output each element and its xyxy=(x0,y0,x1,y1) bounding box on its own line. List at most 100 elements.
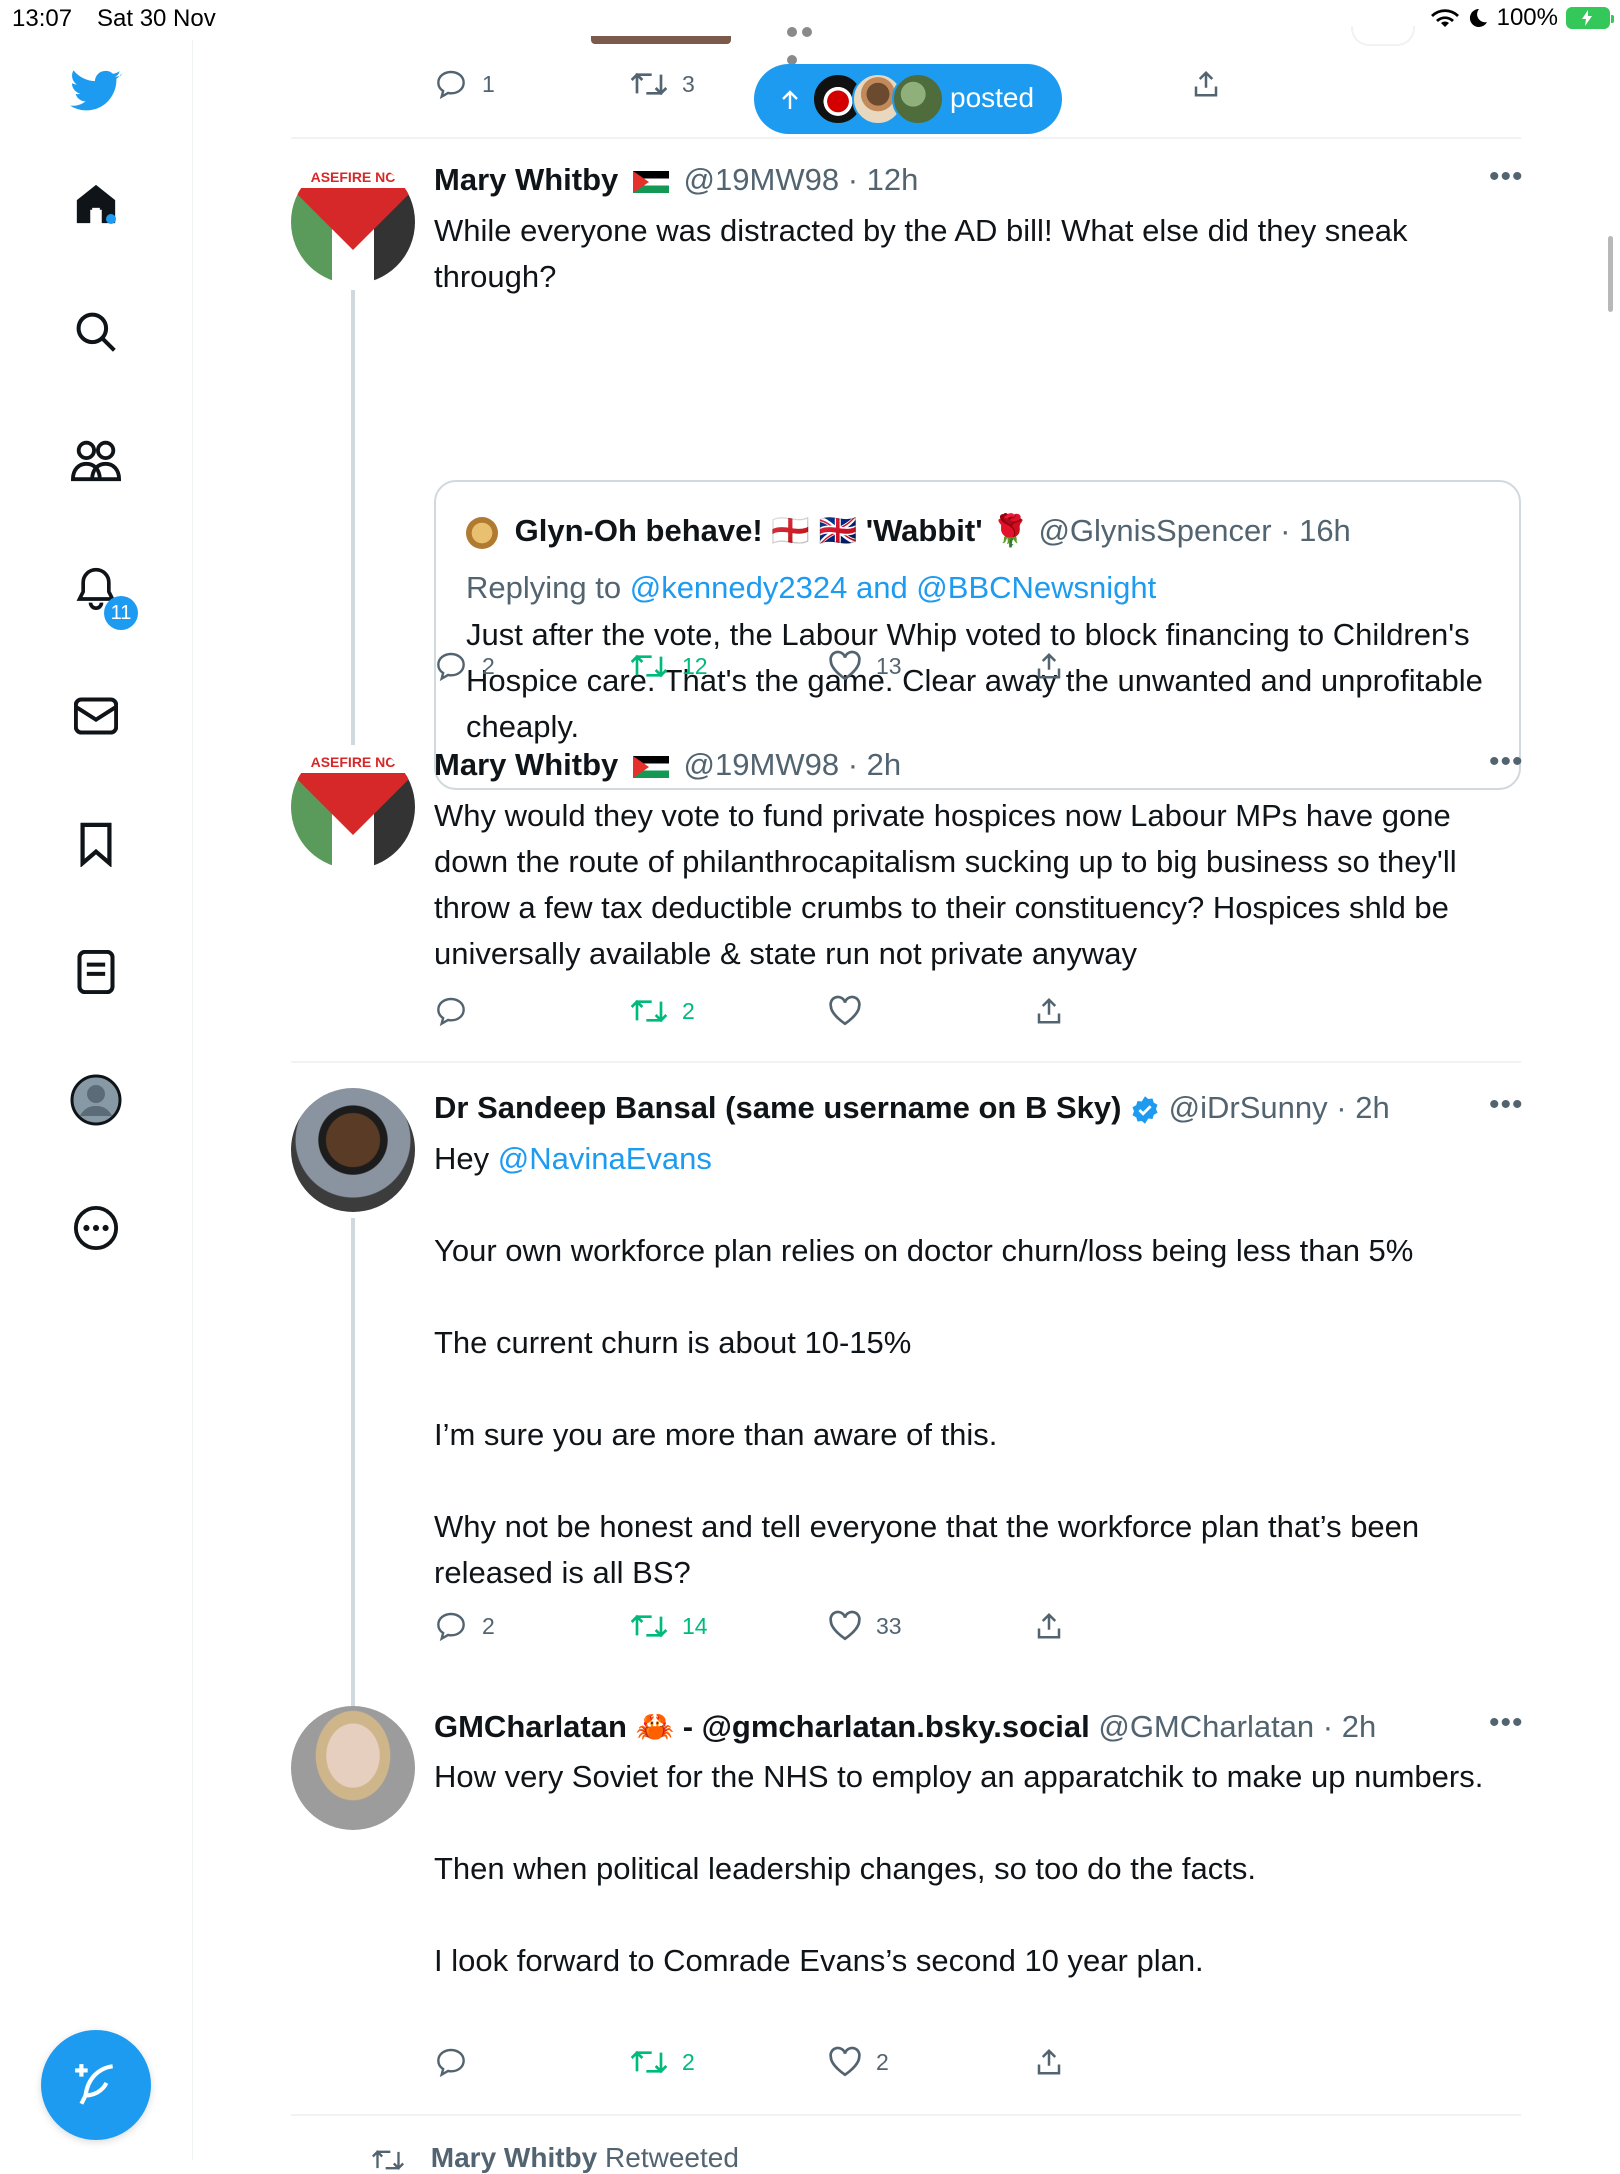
quoted-avatar xyxy=(466,516,498,549)
user-handle[interactable]: @GMCharlatan xyxy=(1098,1709,1314,1744)
like-button[interactable]: 33 xyxy=(828,1610,902,1642)
tweet-more-options-icon[interactable]: ••• xyxy=(1489,1706,1524,1740)
tweet-timestamp[interactable]: · 12h xyxy=(848,162,919,197)
tweet-text: How very Soviet for the NHS to employ an… xyxy=(434,1759,1484,1978)
quoted-tweet-header: Glyn-Oh behave! 🏴󠁧󠁢󠁥󠁮󠁧󠁿 🇬🇧 'Wabbit' 🌹 @G… xyxy=(466,512,1351,549)
tweet-card[interactable]: ASEFIRE NC Mary Whitby @19MW98 · 2h ••• … xyxy=(291,745,1524,1035)
share-icon[interactable] xyxy=(1191,68,1221,100)
reply-button[interactable]: 1 xyxy=(434,68,495,100)
tweet-divider xyxy=(291,2114,1521,2116)
like-count: 2 xyxy=(876,2048,889,2075)
compose-tweet-button[interactable] xyxy=(41,2030,151,2140)
avatar[interactable]: ASEFIRE NC xyxy=(291,160,415,284)
palestine-flag-icon xyxy=(632,755,669,778)
messages-envelope-icon[interactable] xyxy=(70,690,122,742)
quoted-tweet[interactable]: Glyn-Oh behave! 🏴󠁧󠁢󠁥󠁮󠁧󠁿 🇬🇧 'Wabbit' 🌹 @G… xyxy=(434,480,1521,790)
status-date: Sat 30 Nov xyxy=(97,5,216,32)
quoted-timestamp: · 16h xyxy=(1280,513,1351,548)
tweet-card[interactable]: Dr Sandeep Bansal (same username on B Sk… xyxy=(291,1088,1524,1723)
share-icon[interactable] xyxy=(1034,650,1064,682)
display-name[interactable]: Mary Whitby xyxy=(434,162,618,197)
user-handle[interactable]: @19MW98 xyxy=(684,747,840,782)
mention-link[interactable]: @NavinaEvans xyxy=(498,1141,712,1176)
heart-icon xyxy=(829,650,861,681)
retweeter-name[interactable]: Mary Whitby xyxy=(431,2142,597,2173)
quoted-display-name[interactable]: Glyn-Oh behave! 🏴󠁧󠁢󠁥󠁮󠁧󠁿 🇬🇧 'Wabbit' 🌹 xyxy=(515,513,1030,548)
retweet-button[interactable]: 2 xyxy=(630,2046,695,2078)
like-button[interactable]: 13 xyxy=(828,650,902,682)
previous-card-edge xyxy=(1351,26,1415,46)
display-name[interactable]: Dr Sandeep Bansal (same username on B Sk… xyxy=(434,1090,1121,1125)
like-count: 13 xyxy=(876,652,902,679)
quoted-user-handle[interactable]: @GlynisSpencer xyxy=(1038,513,1271,548)
like-button[interactable] xyxy=(828,995,876,1027)
heart-icon xyxy=(829,995,861,1026)
timeline-feed: 1 3 posted ASEFIRE NC Mary Whitby @19MW9… xyxy=(291,0,1524,2173)
like-button[interactable]: 2 xyxy=(828,2046,889,2078)
reply-count: 2 xyxy=(482,652,495,679)
lists-icon[interactable] xyxy=(70,946,122,998)
user-handle[interactable]: @iDrSunny xyxy=(1169,1090,1328,1125)
tweet-more-options-icon[interactable]: ••• xyxy=(1489,745,1524,779)
retweet-button[interactable]: 12 xyxy=(630,650,708,682)
retweet-count: 12 xyxy=(682,652,708,679)
tweet-divider xyxy=(291,137,1521,139)
svg-text:ASEFIRE NC: ASEFIRE NC xyxy=(311,754,396,770)
retweet-button[interactable]: 2 xyxy=(630,995,695,1027)
tweet-actions: 2 12 13 xyxy=(434,650,1134,690)
arrow-up-icon xyxy=(782,90,798,109)
tweet-card[interactable]: ASEFIRE NC Mary Whitby @19MW98 · 12h •••… xyxy=(291,160,1524,790)
more-options-icon[interactable] xyxy=(70,1202,122,1254)
retweet-button[interactable]: 3 xyxy=(630,68,695,100)
retweet-icon xyxy=(630,72,668,96)
thread-connector-line xyxy=(351,1218,355,1723)
share-icon[interactable] xyxy=(1034,995,1064,1027)
avatar[interactable] xyxy=(291,1088,415,1212)
avatar[interactable] xyxy=(291,1706,415,1830)
tweet-text: While everyone was distracted by the AD … xyxy=(434,213,1408,294)
profile-icon[interactable] xyxy=(70,1074,122,1126)
battery-icon xyxy=(1566,7,1614,29)
palestine-flag-icon xyxy=(632,170,669,193)
tweet-timestamp[interactable]: · 2h xyxy=(1336,1090,1389,1125)
tweet-card[interactable]: GMCharlatan 🦀 - @gmcharlatan.bsky.social… xyxy=(291,1706,1524,2086)
tweet-more-options-icon[interactable]: ••• xyxy=(1489,1088,1524,1122)
user-handle[interactable]: @19MW98 xyxy=(684,162,840,197)
retweet-count: 14 xyxy=(682,1612,708,1639)
reply-button[interactable] xyxy=(434,2046,482,2078)
tweet-divider xyxy=(291,1061,1521,1063)
tweet-actions: 2 14 33 xyxy=(434,1610,1134,1650)
twitter-logo-icon[interactable] xyxy=(70,66,122,118)
reply-button[interactable] xyxy=(434,995,482,1027)
display-name[interactable]: Mary Whitby xyxy=(434,747,618,782)
communities-icon[interactable] xyxy=(70,434,122,486)
tweet-more-options-icon[interactable]: ••• xyxy=(1489,160,1524,194)
thread-connector-line xyxy=(351,290,355,748)
verified-badge-icon xyxy=(1132,1096,1158,1124)
reply-button[interactable]: 2 xyxy=(434,650,495,682)
tweet-timestamp[interactable]: · 2h xyxy=(1323,1709,1376,1744)
retweet-button[interactable]: 14 xyxy=(630,1610,708,1642)
status-time: 13:07 xyxy=(12,5,73,32)
home-unread-dot xyxy=(106,214,116,224)
display-name[interactable]: GMCharlatan 🦀 - @gmcharlatan.bsky.social xyxy=(434,1709,1090,1744)
share-icon[interactable] xyxy=(1034,2046,1064,2078)
scrollbar-thumb[interactable] xyxy=(1608,236,1613,312)
replying-to-links[interactable]: @kennedy2324 and @BBCNewsnight xyxy=(630,570,1157,605)
reply-button[interactable]: 2 xyxy=(434,1610,495,1642)
retweet-icon xyxy=(630,1614,668,1638)
retweet-icon xyxy=(630,654,668,678)
avatar[interactable]: ASEFIRE NC xyxy=(291,745,415,869)
heart-icon xyxy=(829,1610,861,1641)
tweet-mention-line: Hey @NavinaEvans xyxy=(434,1141,712,1176)
tweet-header: Mary Whitby @19MW98 · 12h xyxy=(434,162,918,198)
tweet-timestamp[interactable]: · 2h xyxy=(848,747,901,782)
bookmarks-icon[interactable] xyxy=(70,818,122,870)
compose-feather-icon xyxy=(75,2064,114,2105)
search-icon[interactable] xyxy=(70,306,122,358)
new-posts-pill[interactable]: posted xyxy=(754,64,1062,134)
replying-to-line: Replying to @kennedy2324 and @BBCNewsnig… xyxy=(466,570,1157,605)
share-icon[interactable] xyxy=(1034,1610,1064,1642)
tweet-text: Why would they vote to fund private hosp… xyxy=(434,798,1457,971)
tweet-header: Dr Sandeep Bansal (same username on B Sk… xyxy=(434,1090,1390,1126)
